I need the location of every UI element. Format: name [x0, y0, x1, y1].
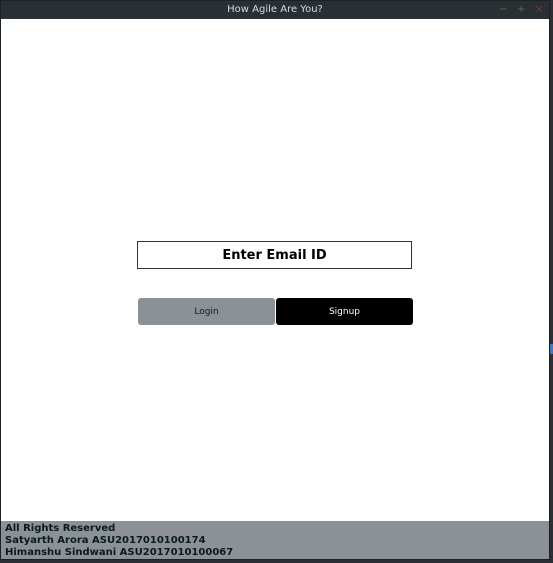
email-field[interactable]: [137, 241, 412, 269]
footer-author-1: Satyarth Arora ASU2017010100174: [5, 535, 206, 546]
maximize-icon[interactable]: +: [517, 5, 525, 15]
footer-author-2: Himanshu Sindwani ASU2017010100067: [5, 547, 234, 558]
login-button[interactable]: Login: [138, 298, 275, 325]
main-content: Login Signup: [1, 19, 549, 521]
title-bar[interactable]: How Agile Are You? − + ×: [1, 1, 549, 19]
signup-button[interactable]: Signup: [276, 298, 413, 325]
window-controls: − + ×: [499, 1, 543, 19]
app-window: How Agile Are You? − + × Login Signup Al…: [0, 0, 550, 560]
window-title: How Agile Are You?: [227, 4, 323, 15]
footer: All Rights Reserved Satyarth Arora ASU20…: [1, 521, 549, 559]
close-icon[interactable]: ×: [535, 5, 543, 15]
minimize-icon[interactable]: −: [499, 5, 507, 15]
footer-rights: All Rights Reserved: [5, 523, 116, 534]
